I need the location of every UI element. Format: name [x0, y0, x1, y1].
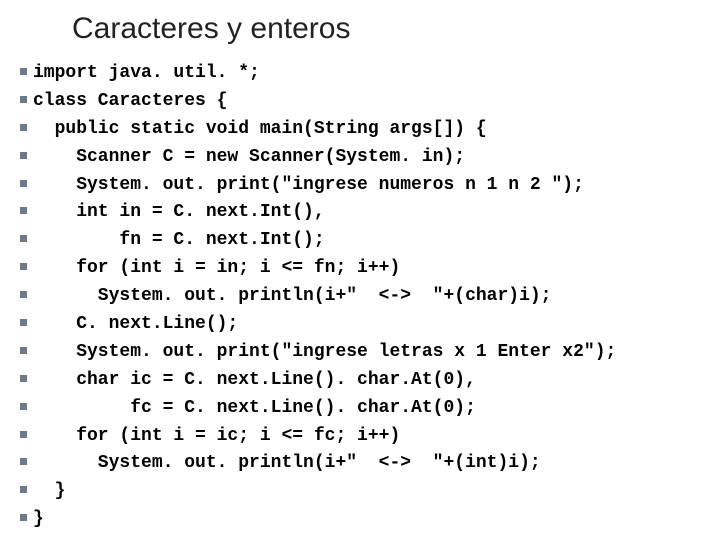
- code-text: System. out. print("ingrese letras x 1 E…: [33, 339, 616, 367]
- page-title: Caracteres y enteros: [0, 0, 720, 60]
- code-text: public static void main(String args[]) {: [33, 116, 487, 144]
- code-line: for (int i = ic; i <= fc; i++): [20, 423, 720, 451]
- code-line: fn = C. next.Int();: [20, 227, 720, 255]
- bullet-icon: [20, 375, 27, 382]
- code-line: fc = C. next.Line(). char.At(0);: [20, 395, 720, 423]
- code-line: char ic = C. next.Line(). char.At(0),: [20, 367, 720, 395]
- code-line: Scanner C = new Scanner(System. in);: [20, 144, 720, 172]
- code-text: System. out. print("ingrese numeros n 1 …: [33, 172, 584, 200]
- bullet-icon: [20, 263, 27, 270]
- bullet-icon: [20, 319, 27, 326]
- code-text: }: [33, 478, 65, 506]
- bullet-icon: [20, 207, 27, 214]
- bullet-icon: [20, 458, 27, 465]
- code-block: import java. util. *; class Caracteres {…: [0, 60, 720, 534]
- code-line: System. out. print("ingrese numeros n 1 …: [20, 172, 720, 200]
- code-line: }: [20, 506, 720, 534]
- bullet-icon: [20, 431, 27, 438]
- code-line: System. out. println(i+" <-> "+(char)i);: [20, 283, 720, 311]
- bullet-icon: [20, 152, 27, 159]
- code-text: fn = C. next.Int();: [33, 227, 325, 255]
- bullet-icon: [20, 68, 27, 75]
- bullet-icon: [20, 124, 27, 131]
- code-line: }: [20, 478, 720, 506]
- code-text: System. out. println(i+" <-> "+(char)i);: [33, 283, 551, 311]
- code-line: import java. util. *;: [20, 60, 720, 88]
- code-text: }: [33, 506, 44, 534]
- code-text: fc = C. next.Line(). char.At(0);: [33, 395, 476, 423]
- code-line: System. out. println(i+" <-> "+(int)i);: [20, 450, 720, 478]
- bullet-icon: [20, 96, 27, 103]
- code-text: char ic = C. next.Line(). char.At(0),: [33, 367, 476, 395]
- code-line: int in = C. next.Int(),: [20, 199, 720, 227]
- code-line: System. out. print("ingrese letras x 1 E…: [20, 339, 720, 367]
- code-line: public static void main(String args[]) {: [20, 116, 720, 144]
- bullet-icon: [20, 347, 27, 354]
- code-text: for (int i = in; i <= fn; i++): [33, 255, 400, 283]
- bullet-icon: [20, 180, 27, 187]
- bullet-icon: [20, 291, 27, 298]
- code-text: C. next.Line();: [33, 311, 238, 339]
- bullet-icon: [20, 403, 27, 410]
- bullet-icon: [20, 486, 27, 493]
- code-line: C. next.Line();: [20, 311, 720, 339]
- code-line: for (int i = in; i <= fn; i++): [20, 255, 720, 283]
- code-text: Scanner C = new Scanner(System. in);: [33, 144, 465, 172]
- code-text: class Caracteres {: [33, 88, 227, 116]
- code-text: System. out. println(i+" <-> "+(int)i);: [33, 450, 541, 478]
- code-text: int in = C. next.Int(),: [33, 199, 325, 227]
- code-text: import java. util. *;: [33, 60, 260, 88]
- bullet-icon: [20, 235, 27, 242]
- code-text: for (int i = ic; i <= fc; i++): [33, 423, 400, 451]
- bullet-icon: [20, 514, 27, 521]
- code-line: class Caracteres {: [20, 88, 720, 116]
